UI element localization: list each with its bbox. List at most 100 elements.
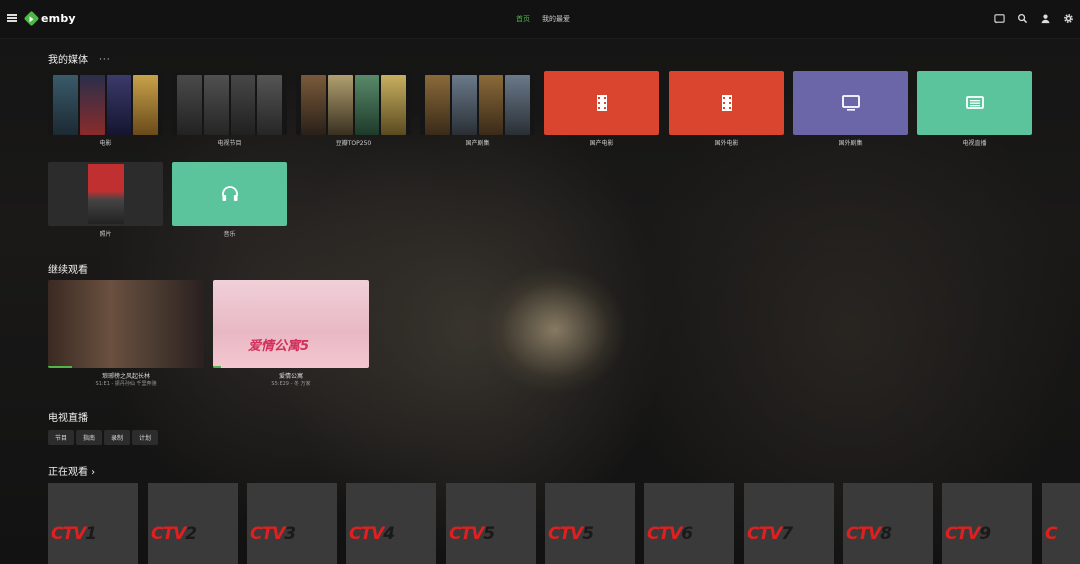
headphones-icon — [221, 186, 238, 201]
poster — [133, 75, 158, 135]
item-title: 爱情公寓 — [278, 373, 303, 380]
channel-card[interactable]: CTV9 — [942, 483, 1032, 564]
library-card-movies[interactable] — [48, 71, 163, 135]
library-card-photos[interactable] — [48, 162, 163, 226]
channel-card[interactable]: CTV7 — [744, 483, 834, 564]
main-content: 我的媒体 ··· 电影 电视节目 豆瓣TOP250 国产剧集 国产电影 国外电影… — [0, 0, 1080, 564]
channel-card[interactable]: CTV3 — [247, 483, 337, 564]
live-tv-icon — [965, 96, 984, 109]
live-tv-title: 电视直播 — [48, 413, 88, 424]
user-icon[interactable] — [1039, 12, 1051, 24]
poster — [505, 75, 530, 135]
poster — [106, 75, 132, 135]
library-card-douban-top250[interactable] — [296, 71, 411, 135]
poster — [451, 75, 477, 135]
header-tools — [993, 12, 1074, 24]
app-logo[interactable]: emby — [23, 10, 76, 27]
progress-bar — [213, 366, 221, 368]
cctv-logo: CTV4 — [349, 524, 395, 544]
cctv-logo: CTV8 — [846, 524, 892, 544]
channel-card[interactable]: CTV5 — [545, 483, 635, 564]
poster — [478, 75, 504, 135]
cctv-logo: CTV2 — [151, 524, 197, 544]
poster-title-art: 爱情公寓5 — [248, 339, 310, 354]
cast-icon[interactable] — [993, 12, 1005, 24]
poster — [425, 75, 450, 135]
library-card-foreign-series[interactable] — [793, 71, 908, 135]
menu-icon[interactable] — [7, 14, 17, 22]
settings-icon[interactable] — [1062, 12, 1074, 24]
film-icon — [721, 95, 732, 111]
cctv-logo: C — [1045, 524, 1058, 544]
library-label: 国外剧集 — [838, 140, 863, 147]
emby-logo-icon — [23, 10, 40, 27]
cctv-logo: CTV5 — [548, 524, 594, 544]
library-label: 豆瓣TOP250 — [335, 140, 372, 147]
live-tv-recordings-button[interactable]: 录制 — [104, 430, 130, 445]
cctv-logo: CTV3 — [250, 524, 296, 544]
poster — [230, 75, 256, 135]
poster — [257, 75, 282, 135]
live-tv-guide-button[interactable]: 指南 — [76, 430, 102, 445]
poster — [79, 75, 105, 135]
library-label: 国产剧集 — [465, 140, 490, 147]
item-subtitle: S5:E29 - 冬 万家 — [271, 381, 311, 387]
app-name: emby — [41, 12, 76, 25]
my-media-more-button[interactable]: ··· — [99, 55, 111, 65]
cctv-logo: CTV1 — [51, 524, 97, 544]
main-tabs: 首页 我的最爱 — [516, 14, 570, 24]
continue-watching-title: 继续观看 — [48, 265, 88, 276]
channel-card[interactable]: CTV1 — [48, 483, 138, 564]
library-label: 电视直播 — [962, 140, 987, 147]
poster — [354, 75, 380, 135]
continue-watching-item[interactable] — [48, 280, 204, 368]
library-label: 电视节目 — [217, 140, 242, 147]
poster-collage — [48, 71, 163, 135]
library-card-tv-shows[interactable] — [172, 71, 287, 135]
film-icon — [596, 95, 607, 111]
top-bar: emby 首页 我的最爱 — [0, 0, 1080, 39]
poster — [381, 75, 406, 135]
library-label: 电影 — [99, 140, 112, 147]
poster — [177, 75, 202, 135]
poster — [327, 75, 353, 135]
poster-collage — [296, 71, 411, 135]
channel-card[interactable]: C — [1042, 483, 1080, 564]
channel-card[interactable]: CTV2 — [148, 483, 238, 564]
poster — [53, 75, 78, 135]
poster-collage — [172, 71, 287, 135]
continue-watching-item[interactable]: 爱情公寓5 — [213, 280, 369, 368]
my-media-title: 我的媒体 — [48, 55, 88, 66]
tab-favorites[interactable]: 我的最爱 — [542, 14, 570, 24]
library-card-live-tv[interactable] — [917, 71, 1032, 135]
live-tv-programs-button[interactable]: 节目 — [48, 430, 74, 445]
poster-collage — [420, 71, 535, 135]
tab-home[interactable]: 首页 — [516, 14, 530, 24]
channel-card[interactable]: CTV6 — [644, 483, 734, 564]
library-card-domestic-series[interactable] — [420, 71, 535, 135]
poster — [301, 75, 326, 135]
library-card-domestic-movies[interactable] — [544, 71, 659, 135]
item-subtitle: S1:E1 - 振丹孙仙 千里奔驰 — [95, 381, 157, 387]
cctv-logo: CTV5 — [449, 524, 495, 544]
library-card-foreign-movies[interactable] — [669, 71, 784, 135]
channel-card[interactable]: CTV4 — [346, 483, 436, 564]
channel-card[interactable]: CTV8 — [843, 483, 933, 564]
cctv-logo: CTV7 — [747, 524, 793, 544]
now-watching-title[interactable]: 正在观看 › — [48, 463, 95, 478]
library-label: 国产电影 — [589, 140, 614, 147]
poster — [203, 75, 229, 135]
channel-card[interactable]: CTV5 — [446, 483, 536, 564]
tv-icon — [841, 95, 860, 111]
library-label: 照片 — [99, 231, 112, 238]
live-tv-schedule-button[interactable]: 计划 — [132, 430, 158, 445]
search-icon[interactable] — [1016, 12, 1028, 24]
cctv-logo: CTV6 — [647, 524, 693, 544]
library-label: 音乐 — [223, 231, 236, 238]
photo-thumbnail — [88, 164, 124, 224]
library-label: 国外电影 — [714, 140, 739, 147]
cctv-logo: CTV9 — [945, 524, 991, 544]
item-title: 琅琊榜之风起长林 — [101, 373, 150, 380]
library-card-music[interactable] — [172, 162, 287, 226]
progress-bar — [48, 366, 72, 368]
